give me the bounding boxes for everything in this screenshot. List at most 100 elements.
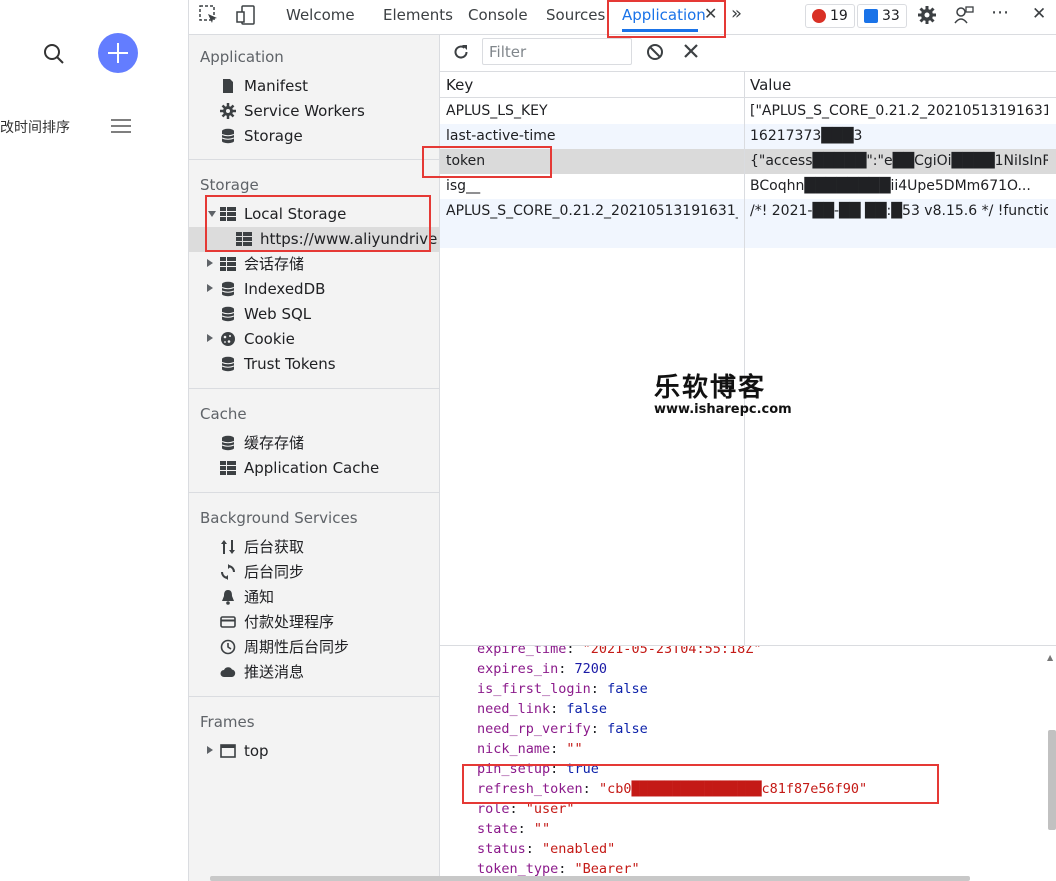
divider xyxy=(189,159,439,160)
expand-arrow-right-icon[interactable] xyxy=(207,334,213,342)
database-icon xyxy=(221,435,235,451)
json-line-expires-in: expires_in: 7200 xyxy=(477,661,608,677)
file-icon xyxy=(223,79,233,93)
error-count-badge[interactable]: 19 xyxy=(805,4,855,28)
clock-icon xyxy=(220,639,236,655)
highlight-box-refresh-token xyxy=(462,764,939,804)
cell-value: /*! 2021-██-██ ██:█53 v8.15.6 */ !functi… xyxy=(750,203,1048,219)
section-title-application: Application xyxy=(200,48,284,66)
cell-key: APLUS_LS_KEY xyxy=(446,103,548,119)
column-divider xyxy=(744,72,745,645)
table-row-empty xyxy=(440,224,1056,248)
cell-value: {"access█████":"e██CgiOi████1NiIsInR... xyxy=(750,153,1048,169)
json-key: is_first_login xyxy=(477,681,591,697)
message-count-badge[interactable]: 33 xyxy=(857,4,907,28)
json-value: false xyxy=(566,701,608,717)
column-header-key[interactable]: Key xyxy=(440,72,744,98)
message-count: 33 xyxy=(882,8,900,24)
json-line-is-first-login: is_first_login: false xyxy=(477,681,648,697)
database-icon xyxy=(221,281,235,297)
section-title-background-services: Background Services xyxy=(200,509,358,527)
refresh-icon[interactable] xyxy=(452,43,470,65)
tab-sources[interactable]: Sources xyxy=(546,6,605,24)
tab-console[interactable]: Console xyxy=(468,6,528,24)
error-icon xyxy=(812,9,826,23)
table-icon xyxy=(220,461,236,475)
message-icon xyxy=(864,9,878,23)
cloud-icon xyxy=(220,667,236,677)
divider xyxy=(189,492,439,493)
watermark-logo: 乐软博客 www.isharepc.com xyxy=(654,373,792,417)
add-button[interactable] xyxy=(98,33,138,73)
gear-icon[interactable] xyxy=(917,5,937,29)
database-icon xyxy=(221,356,235,372)
highlight-box-application-tab xyxy=(607,0,726,38)
cell-value: ["APLUS_S_CORE_0.21.2_20210513191631... xyxy=(750,103,1048,119)
plus-icon xyxy=(108,43,128,63)
json-value: "Bearer" xyxy=(574,861,640,877)
expand-arrow-right-icon[interactable] xyxy=(207,259,213,267)
inspect-icon[interactable] xyxy=(199,5,219,29)
tab-welcome[interactable]: Welcome xyxy=(286,6,355,24)
menu-icon[interactable] xyxy=(111,119,131,133)
column-header-value[interactable]: Value xyxy=(745,72,1056,98)
gear-icon xyxy=(220,103,236,119)
json-value: "" xyxy=(566,741,583,757)
search-icon[interactable] xyxy=(42,42,66,66)
cell-key: APLUS_S_CORE_0.21.2_20210513191631_2... xyxy=(446,203,738,219)
horizontal-scroll-thumb[interactable] xyxy=(210,876,970,881)
table-icon xyxy=(220,257,236,271)
bell-icon xyxy=(222,590,234,605)
json-value: 7200 xyxy=(574,661,608,677)
json-value: "2021-05-23T04:55:18Z" xyxy=(582,646,762,657)
json-line-nick-name: nick_name: "" xyxy=(477,741,583,757)
app-left-panel: 改时间排序 xyxy=(0,0,188,881)
json-key: state xyxy=(477,821,518,837)
scroll-up-arrow-icon[interactable]: ▲ xyxy=(1047,653,1053,662)
clear-all-icon[interactable] xyxy=(646,43,664,65)
highlight-box-local-storage xyxy=(205,195,431,252)
json-value: "enabled" xyxy=(542,841,616,857)
device-toolbar-icon[interactable] xyxy=(236,5,256,29)
close-devtools-icon[interactable]: ✕ xyxy=(1032,4,1046,24)
sort-label[interactable]: 改时间排序 xyxy=(0,117,70,137)
table-row[interactable]: APLUS_S_CORE_0.21.2_20210513191631_2... … xyxy=(440,199,1056,224)
more-options-icon[interactable]: ⋯ xyxy=(991,2,1010,23)
section-title-cache: Cache xyxy=(200,405,247,423)
json-line-need-rp-verify: need_rp_verify: false xyxy=(477,721,648,737)
expand-arrow-right-icon[interactable] xyxy=(207,284,213,292)
up-down-arrows-icon xyxy=(221,540,235,554)
delete-selected-icon[interactable] xyxy=(683,43,699,63)
divider xyxy=(189,696,439,697)
devtools-panel: Welcome Elements Console Sources Applica… xyxy=(188,0,1056,881)
scrollbar-thumb[interactable] xyxy=(1048,730,1056,830)
table-row[interactable]: APLUS_LS_KEY ["APLUS_S_CORE_0.21.2_20210… xyxy=(440,99,1056,124)
json-value: false xyxy=(607,721,648,737)
sync-icon xyxy=(221,564,235,580)
cell-value: 16217373███3 xyxy=(750,128,863,144)
highlight-box-token-row xyxy=(422,146,552,178)
feedback-icon[interactable] xyxy=(954,5,974,29)
more-tabs-icon[interactable]: » xyxy=(731,3,742,24)
horizontal-scrollbar[interactable] xyxy=(0,876,1056,881)
frame-icon xyxy=(220,744,236,758)
error-count: 19 xyxy=(830,8,848,24)
json-key: nick_name xyxy=(477,741,551,757)
json-key: need_rp_verify xyxy=(477,721,591,737)
section-title-storage: Storage xyxy=(200,176,259,194)
json-line-state: state: "" xyxy=(477,821,551,837)
storage-toolbar: Filter xyxy=(440,35,1056,72)
json-value: "" xyxy=(533,821,551,837)
tab-elements[interactable]: Elements xyxy=(383,6,453,24)
database-icon xyxy=(221,128,235,144)
application-sidebar: Application Manifest Service Workers Sto… xyxy=(189,35,440,881)
json-value: false xyxy=(607,681,648,697)
filter-input[interactable]: Filter xyxy=(482,38,632,65)
json-key: status xyxy=(477,841,526,857)
cookie-icon xyxy=(221,332,235,346)
json-key: expires_in xyxy=(477,661,559,677)
json-key: expire_time xyxy=(477,646,567,657)
preview-scrollbar[interactable]: ▲ xyxy=(1046,653,1056,881)
watermark-brand: 乐软博客 xyxy=(654,373,767,403)
expand-arrow-right-icon[interactable] xyxy=(207,746,213,754)
